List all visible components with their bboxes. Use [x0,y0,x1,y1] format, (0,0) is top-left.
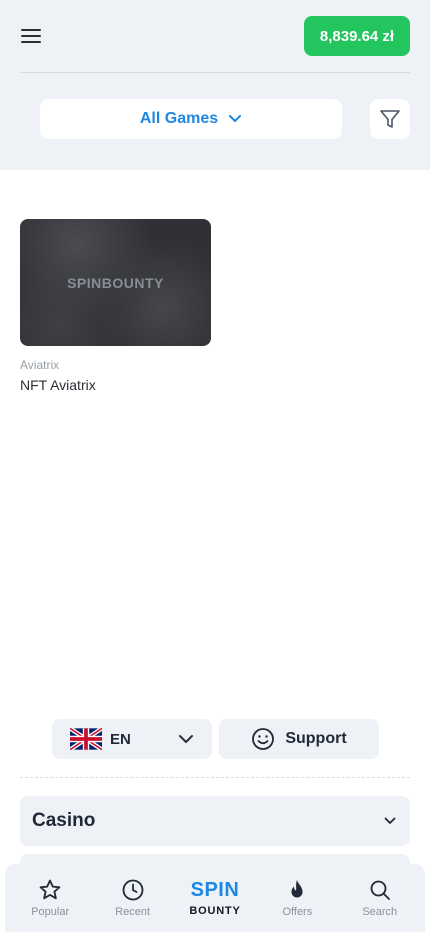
language-select[interactable]: EN [52,719,212,759]
language-support-row: EN Support [52,719,379,759]
games-category-label: All Games [139,110,219,127]
smiley-icon [252,728,275,750]
game-thumbnail-logo: SPINBOUNTY [67,274,164,291]
header-divider [20,72,410,73]
header: 8,839.64 zł [20,16,410,56]
balance-button[interactable]: 8,839.64 zł [304,16,410,56]
casino-accordion[interactable]: Casino [20,796,410,846]
bottom-nav: Popular Recent SPIN BOUNTY Offers Search [5,864,425,932]
brand-logo-bottom: BOUNTY [189,904,241,917]
support-button[interactable]: Support [219,719,379,759]
language-current: EN [70,728,131,750]
nav-home-logo[interactable]: SPIN BOUNTY [179,880,251,917]
support-label: Support [285,730,347,747]
search-icon [370,880,390,900]
language-code: EN [110,730,131,748]
hamburger-menu-icon [21,29,41,43]
filter-row: All Games [40,99,410,139]
game-provider: Aviatrix [20,358,60,372]
filter-icon [380,110,400,128]
filter-button[interactable] [370,99,410,139]
nav-search[interactable]: Search [344,878,416,918]
menu-button[interactable] [20,16,60,56]
nav-popular[interactable]: Popular [14,878,86,918]
nav-popular-label: Popular [31,906,70,918]
clock-icon [122,879,143,901]
chevron-down-icon [179,735,193,743]
chevron-down-icon [229,115,242,122]
nav-search-label: Search [362,906,398,918]
uk-flag-icon [70,728,102,750]
game-title[interactable]: NFT Aviatrix [20,377,211,393]
nav-offers-label: Offers [282,906,313,918]
chevron-down-icon [384,817,396,824]
game-thumbnail[interactable]: SPINBOUNTY [20,219,211,346]
casino-accordion-label: Casino [32,810,96,831]
footer-divider [20,777,410,778]
nav-offers[interactable]: Offers [261,878,333,918]
games-category-select[interactable]: All Games [40,99,342,139]
brand-logo-top: SPIN [190,878,240,901]
game-card[interactable]: SPINBOUNTY Aviatrix NFT Aviatrix [20,219,211,393]
flame-icon [291,880,303,898]
nav-recent[interactable]: Recent [97,878,169,918]
nav-recent-label: Recent [115,906,150,918]
star-icon [39,879,61,900]
